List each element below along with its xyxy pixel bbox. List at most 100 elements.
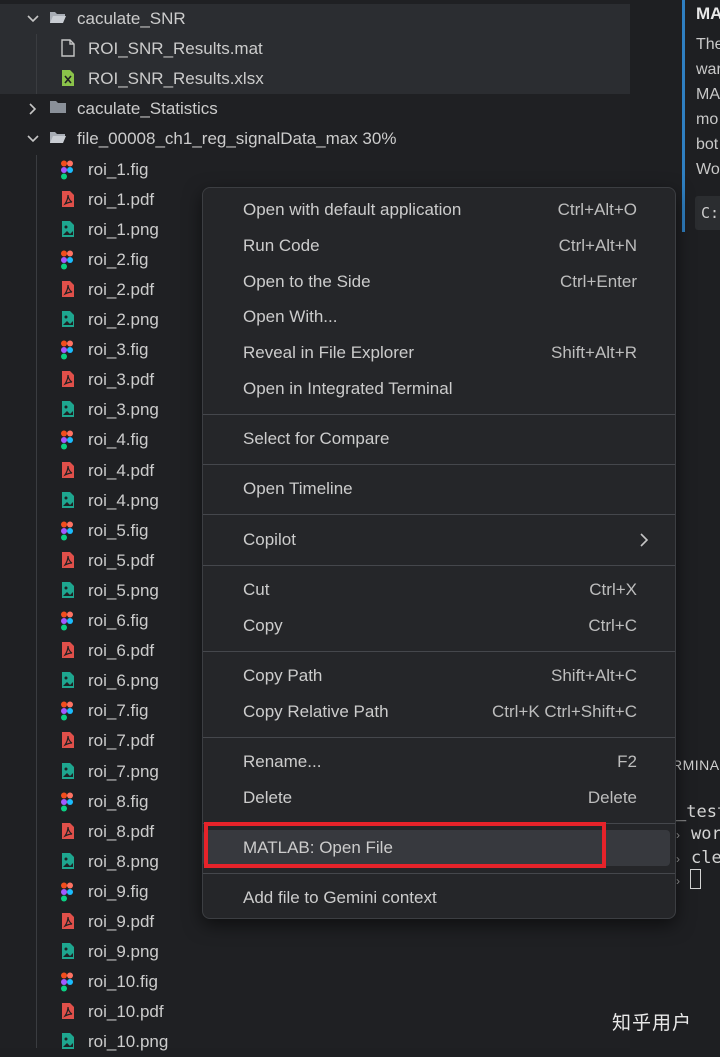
figma-icon bbox=[60, 972, 78, 992]
doc-line: The bbox=[696, 36, 720, 53]
menu-item-copy-path[interactable]: Copy Path Shift+Alt+C bbox=[203, 658, 675, 694]
image-icon bbox=[60, 762, 78, 782]
pdf-icon bbox=[60, 190, 78, 210]
folder-row[interactable]: caculate_Statistics bbox=[0, 94, 630, 124]
file-row[interactable]: ROI_SNR_Results.xlsx bbox=[0, 64, 630, 95]
menu-item-label: Delete bbox=[243, 787, 293, 807]
indent-guide bbox=[36, 34, 37, 94]
watermark: 知乎用户 bbox=[612, 1012, 693, 1034]
menu-item-matlab-open-file[interactable]: MATLAB: Open File bbox=[203, 829, 670, 866]
image-icon bbox=[60, 310, 78, 330]
menu-item-label: Open in Integrated Terminal bbox=[243, 379, 453, 398]
menu-item-open-in-integrated-terminal[interactable]: Open in Integrated Terminal bbox=[203, 371, 675, 407]
doc-code-block: C: bbox=[695, 196, 720, 230]
file-row[interactable]: roi_10.fig bbox=[0, 967, 630, 997]
doc-line: MA bbox=[696, 86, 720, 103]
tree-item-label: roi_7.png bbox=[88, 761, 159, 781]
image-icon bbox=[60, 1032, 78, 1052]
menu-item-add-file-to-gemini-context[interactable]: Add file to Gemini context bbox=[203, 880, 675, 916]
menu-item-label: Open with default application bbox=[243, 200, 462, 219]
tree-item-label: roi_2.png bbox=[88, 310, 159, 329]
tree-item-label: roi_1.png bbox=[88, 219, 159, 239]
menu-item-delete[interactable]: Delete Delete bbox=[203, 780, 675, 816]
file-row[interactable]: roi_1.fig bbox=[0, 155, 630, 185]
tree-item-label: roi_7.pdf bbox=[88, 731, 155, 751]
menu-separator bbox=[203, 414, 675, 415]
tree-item-label: roi_6.png bbox=[88, 671, 159, 691]
menu-separator bbox=[203, 650, 675, 652]
chevron-right-icon bbox=[639, 532, 653, 548]
pdf-icon bbox=[60, 731, 78, 751]
doc-line: war bbox=[696, 61, 720, 78]
image-icon bbox=[60, 581, 78, 601]
terminal-line: wor bbox=[691, 824, 720, 844]
doc-line: bot bbox=[696, 136, 719, 153]
prompt-glyph: › bbox=[676, 828, 680, 842]
tree-item-label: roi_8.pdf bbox=[88, 821, 155, 841]
folder-row[interactable]: caculate_SNR bbox=[0, 4, 630, 34]
tree-item-label: roi_8.fig bbox=[88, 791, 149, 811]
doc-code-text: C: bbox=[701, 204, 720, 222]
file-row[interactable]: roi_9.png bbox=[0, 937, 630, 967]
menu-item-label: Open Timeline bbox=[243, 479, 353, 499]
pdf-icon bbox=[60, 1002, 78, 1022]
tree-item-label: roi_3.png bbox=[88, 400, 159, 420]
file-icon bbox=[60, 39, 78, 59]
figma-icon bbox=[60, 611, 78, 631]
indent-guide bbox=[36, 155, 37, 1048]
tree-item-label: roi_10.fig bbox=[88, 972, 158, 992]
tree-item-label: roi_5.fig bbox=[88, 520, 149, 540]
file-row[interactable]: roi_10.png bbox=[0, 1027, 630, 1057]
menu-item-reveal-in-file-explorer[interactable]: Reveal in File Explorer Shift+Alt+R bbox=[203, 335, 675, 371]
prompt-glyph: › bbox=[676, 874, 680, 888]
pdf-icon bbox=[60, 461, 78, 481]
menu-item-shortcut: Ctrl+Alt+N bbox=[558, 235, 637, 255]
menu-item-rename[interactable]: Rename... F2 bbox=[203, 744, 675, 780]
file-row[interactable]: ROI_SNR_Results.mat bbox=[0, 34, 630, 65]
menu-item-copy[interactable]: Copy Ctrl+C bbox=[203, 608, 675, 644]
documentation-hover-panel: MA The war MA mo bot Wo C: bbox=[682, 0, 720, 232]
menu-item-copilot[interactable]: Copilot bbox=[203, 522, 675, 558]
menu-item-shortcut: Shift+Alt+R bbox=[551, 343, 637, 363]
menu-item-label: Open With... bbox=[243, 307, 338, 327]
menu-item-label: Reveal in File Explorer bbox=[243, 343, 415, 363]
chevron-down-icon[interactable] bbox=[26, 12, 40, 26]
menu-item-shortcut: Delete bbox=[587, 787, 637, 807]
figma-icon bbox=[60, 250, 78, 270]
tree-item-label: roi_2.pdf bbox=[88, 279, 155, 299]
tree-item-label: ROI_SNR_Results.xlsx bbox=[88, 69, 264, 89]
tree-item-label: roi_6.fig bbox=[88, 611, 149, 630]
menu-item-select-for-compare[interactable]: Select for Compare bbox=[203, 421, 675, 457]
menu-item-label: Rename... bbox=[243, 751, 322, 771]
file-row[interactable]: roi_10.pdf bbox=[0, 997, 630, 1027]
menu-item-copy-relative-path[interactable]: Copy Relative Path Ctrl+K Ctrl+Shift+C bbox=[203, 694, 675, 730]
figma-icon bbox=[60, 160, 78, 180]
menu-item-run-code[interactable]: Run Code Ctrl+Alt+N bbox=[203, 228, 675, 264]
pdf-icon bbox=[60, 641, 78, 661]
menu-item-open-with-default-application[interactable]: Open with default application Ctrl+Alt+O bbox=[203, 192, 675, 228]
chevron-right-icon[interactable] bbox=[26, 102, 40, 116]
menu-item-open-to-the-side[interactable]: Open to the Side Ctrl+Enter bbox=[203, 264, 675, 300]
chevron-down-icon[interactable] bbox=[26, 132, 40, 146]
tree-item-label: roi_5.png bbox=[88, 580, 159, 600]
menu-separator bbox=[203, 514, 675, 516]
menu-item-open-with[interactable]: Open With... bbox=[203, 299, 675, 335]
pdf-icon bbox=[60, 912, 78, 932]
tree-item-label: roi_1.fig bbox=[88, 159, 149, 179]
tree-item-label: roi_9.png bbox=[88, 942, 159, 962]
tree-item-label: roi_3.pdf bbox=[88, 370, 155, 390]
folder-open-icon bbox=[49, 9, 67, 29]
doc-heading: MA bbox=[696, 4, 720, 23]
terminal-tab[interactable]: RMINA bbox=[672, 757, 720, 773]
menu-item-open-timeline[interactable]: Open Timeline bbox=[203, 471, 675, 507]
tree-item-label: file_00008_ch1_reg_signalData_max 30% bbox=[77, 129, 397, 149]
menu-item-label: Select for Compare bbox=[243, 429, 390, 449]
folder-row[interactable]: file_00008_ch1_reg_signalData_max 30% bbox=[0, 124, 630, 154]
tree-item-label: ROI_SNR_Results.mat bbox=[88, 39, 263, 59]
image-icon bbox=[60, 400, 78, 420]
prompt-glyph: › bbox=[676, 852, 680, 866]
menu-item-cut[interactable]: Cut Ctrl+X bbox=[203, 572, 675, 608]
tree-item-label: roi_4.fig bbox=[88, 430, 149, 450]
folder-open-icon bbox=[49, 129, 67, 149]
tree-item-label: roi_5.pdf bbox=[88, 550, 155, 570]
